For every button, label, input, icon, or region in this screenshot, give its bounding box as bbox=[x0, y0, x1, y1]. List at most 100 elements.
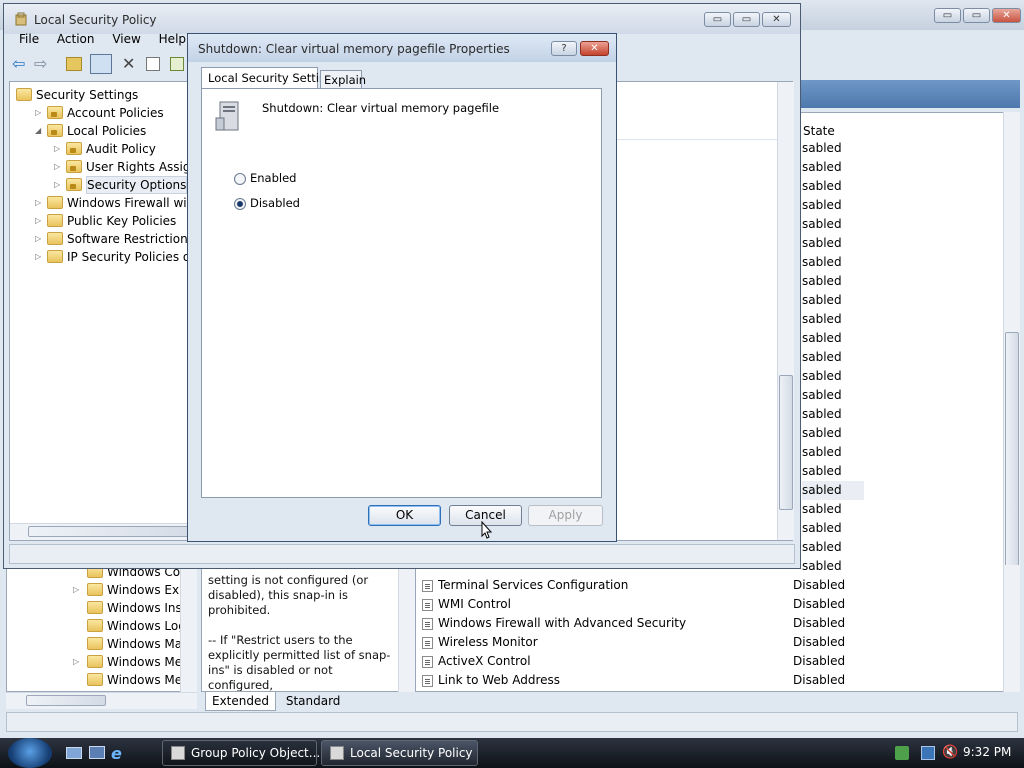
list-item[interactable]: Link to Web Address Disabled bbox=[416, 671, 1006, 690]
tab-extended[interactable]: Extended bbox=[205, 692, 276, 711]
setting-icon bbox=[422, 656, 433, 668]
list-item[interactable]: WMI Control Disabled bbox=[416, 595, 1006, 614]
expand-arrow-icon[interactable]: ▷ bbox=[35, 230, 45, 248]
expand-arrow-icon[interactable]: ▷ bbox=[73, 653, 83, 671]
gpo-list-scrollbar[interactable] bbox=[1003, 565, 1020, 692]
lsp-tree-hscroll[interactable] bbox=[10, 523, 196, 540]
folder-icon bbox=[87, 583, 103, 596]
internet-explorer-icon[interactable]: e bbox=[111, 744, 122, 763]
back-icon[interactable]: ⇦ bbox=[12, 55, 30, 73]
gpo-tree-hscroll[interactable] bbox=[6, 692, 197, 709]
properties-icon[interactable] bbox=[146, 57, 160, 71]
disabled-label[interactable]: Disabled bbox=[250, 196, 300, 210]
tree-item-label: Account Policies bbox=[67, 106, 164, 120]
setting-state: Disabled bbox=[793, 578, 846, 592]
clock[interactable]: 9:32 PM bbox=[963, 745, 1011, 759]
expand-arrow-icon[interactable]: ▷ bbox=[54, 176, 64, 194]
setting-state: Disabled bbox=[793, 673, 846, 687]
task-group-policy[interactable]: Group Policy Object... bbox=[162, 740, 320, 766]
state-cell: sabled bbox=[802, 274, 842, 288]
list-item[interactable]: Terminal Services Configuration Disabled bbox=[416, 576, 1006, 595]
tab-local-security-setting[interactable]: Local Security Setting bbox=[201, 67, 334, 89]
folder-icon bbox=[47, 232, 63, 245]
properties-dialog: Shutdown: Clear virtual memory pagefile … bbox=[187, 33, 617, 542]
explain-line: ins" is disabled or not configured, bbox=[208, 663, 333, 692]
tree-item-label: Security Settings bbox=[36, 88, 139, 102]
gpo-tree-hscroll-thumb[interactable] bbox=[26, 695, 106, 706]
tab-standard[interactable]: Standard bbox=[280, 692, 347, 710]
menu-action[interactable]: Action bbox=[57, 32, 95, 46]
setting-name: ActiveX Control bbox=[438, 654, 531, 668]
state-cell: sabled bbox=[802, 540, 842, 554]
delete-icon[interactable]: ✕ bbox=[122, 54, 135, 73]
security-tray-icon[interactable] bbox=[895, 746, 909, 760]
state-cell: sabled bbox=[802, 179, 842, 193]
state-cell: sabled bbox=[802, 481, 864, 500]
list-item[interactable]: ActiveX Control Disabled bbox=[416, 652, 1006, 671]
switch-windows-icon[interactable] bbox=[89, 746, 105, 759]
gpo-explain-scrollbar[interactable] bbox=[398, 565, 415, 692]
show-desktop-icon[interactable] bbox=[66, 747, 82, 759]
gpo-tree-item-label: Windows Log bbox=[107, 619, 186, 633]
menu-view[interactable]: View bbox=[112, 32, 140, 46]
expand-arrow-icon[interactable]: ◢ bbox=[35, 122, 45, 140]
state-cell: sabled bbox=[802, 559, 842, 573]
apply-button[interactable]: Apply bbox=[528, 505, 603, 526]
enabled-label[interactable]: Enabled bbox=[250, 171, 296, 185]
dialog-tab-page: Shutdown: Clear virtual memory pagefile … bbox=[201, 88, 602, 498]
task-local-security-policy[interactable]: Local Security Policy bbox=[321, 740, 478, 766]
group-policy-icon bbox=[171, 746, 185, 760]
start-button[interactable] bbox=[8, 738, 52, 768]
menu-file[interactable]: File bbox=[19, 32, 39, 46]
expand-arrow-icon[interactable]: ▷ bbox=[35, 248, 45, 266]
state-cell: sabled bbox=[802, 350, 842, 364]
taskbar: e Group Policy Object... Local Security … bbox=[0, 738, 1024, 768]
forward-icon[interactable]: ⇨ bbox=[34, 55, 52, 73]
expand-arrow-icon[interactable]: ▷ bbox=[35, 104, 45, 122]
gpo-maximize-button[interactable]: ▭ bbox=[963, 8, 990, 23]
disabled-radio[interactable] bbox=[234, 198, 246, 210]
explain-line: disabled), this snap-in is bbox=[208, 588, 348, 602]
gpo-tree-item-label: Windows Mes bbox=[107, 673, 189, 687]
lsp-list-scrollbar[interactable] bbox=[777, 82, 794, 540]
setting-name: Terminal Services Configuration bbox=[438, 578, 629, 592]
explain-line: setting is not configured (or bbox=[208, 573, 369, 587]
tab-explain[interactable]: Explain bbox=[320, 70, 366, 89]
lsp-close-button[interactable]: ✕ bbox=[762, 12, 791, 27]
state-cell: sabled bbox=[802, 255, 842, 269]
dialog-close-button[interactable]: ✕ bbox=[580, 41, 609, 56]
state-cell: sabled bbox=[802, 141, 842, 155]
state-cell: sabled bbox=[802, 521, 842, 535]
lsp-list-scroll-thumb[interactable] bbox=[779, 375, 793, 510]
expand-arrow-icon[interactable]: ▷ bbox=[35, 194, 45, 212]
gpo-close-button[interactable]: ✕ bbox=[992, 8, 1021, 23]
state-header-text[interactable]: State bbox=[803, 124, 835, 138]
list-item[interactable]: Wireless Monitor Disabled bbox=[416, 633, 1006, 652]
setting-name: Wireless Monitor bbox=[438, 635, 538, 649]
export-list-icon[interactable] bbox=[170, 57, 184, 71]
gpo-minimize-button[interactable]: ▭ bbox=[934, 8, 961, 23]
folder-icon bbox=[66, 178, 82, 191]
tree-item-label: Security Options bbox=[86, 176, 188, 194]
enabled-radio[interactable] bbox=[234, 173, 246, 185]
network-tray-icon[interactable] bbox=[921, 746, 935, 760]
ok-button[interactable]: OK bbox=[368, 505, 441, 526]
lsp-tree-hscroll-thumb[interactable] bbox=[28, 526, 196, 537]
expand-arrow-icon[interactable]: ▷ bbox=[35, 212, 45, 230]
expand-arrow-icon[interactable]: ▷ bbox=[54, 140, 64, 158]
lsp-maximize-button[interactable]: ▭ bbox=[733, 12, 760, 27]
setting-state: Disabled bbox=[793, 597, 846, 611]
lsp-minimize-button[interactable]: ▭ bbox=[704, 12, 731, 27]
expand-arrow-icon[interactable]: ▷ bbox=[54, 158, 64, 176]
menu-help[interactable]: Help bbox=[159, 32, 186, 46]
state-cell: sabled bbox=[802, 198, 842, 212]
dialog-help-button[interactable]: ? bbox=[551, 41, 577, 56]
volume-tray-icon[interactable]: 🔇 bbox=[942, 745, 958, 760]
up-folder-icon[interactable] bbox=[66, 57, 82, 71]
setting-icon bbox=[422, 637, 433, 649]
show-hide-tree-icon[interactable] bbox=[90, 54, 112, 74]
list-item[interactable]: Windows Firewall with Advanced Security D… bbox=[416, 614, 1006, 633]
gpo-tree-scrollbar[interactable] bbox=[180, 565, 197, 692]
expand-arrow-icon[interactable]: ▷ bbox=[73, 581, 83, 599]
folder-icon bbox=[47, 106, 63, 119]
